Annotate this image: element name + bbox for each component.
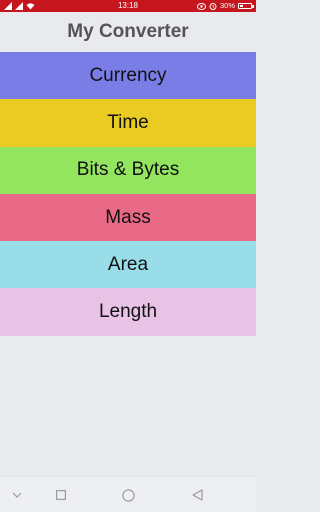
chevron-down-icon[interactable] (9, 487, 25, 503)
converter-item-length[interactable]: Length (0, 288, 256, 336)
app-header: My Converter (0, 12, 256, 52)
converter-item-time[interactable]: Time (0, 99, 256, 147)
status-bar: 13:18 30% (0, 0, 256, 12)
home-button[interactable] (120, 487, 136, 503)
triangle-back-icon (191, 489, 203, 501)
converter-menu: Currency Time Bits & Bytes Mass Area Length (0, 52, 256, 336)
circle-icon (121, 488, 135, 502)
battery-icon (238, 3, 254, 9)
page-title: My Converter (67, 21, 189, 42)
converter-item-bits-bytes[interactable]: Bits & Bytes (0, 146, 256, 194)
square-icon (56, 490, 66, 500)
status-right-icons: 30% (196, 0, 254, 12)
back-button[interactable] (189, 487, 205, 503)
converter-item-currency[interactable]: Currency (0, 52, 256, 100)
battery-percentage: 30% (219, 1, 235, 10)
battery-level (240, 5, 243, 7)
converter-item-mass[interactable]: Mass (0, 193, 256, 242)
converter-item-area[interactable]: Area (0, 241, 256, 289)
recent-apps-button[interactable] (53, 487, 69, 503)
eye-icon (196, 2, 206, 10)
alarm-icon (209, 3, 217, 10)
navigation-bar (0, 476, 256, 512)
